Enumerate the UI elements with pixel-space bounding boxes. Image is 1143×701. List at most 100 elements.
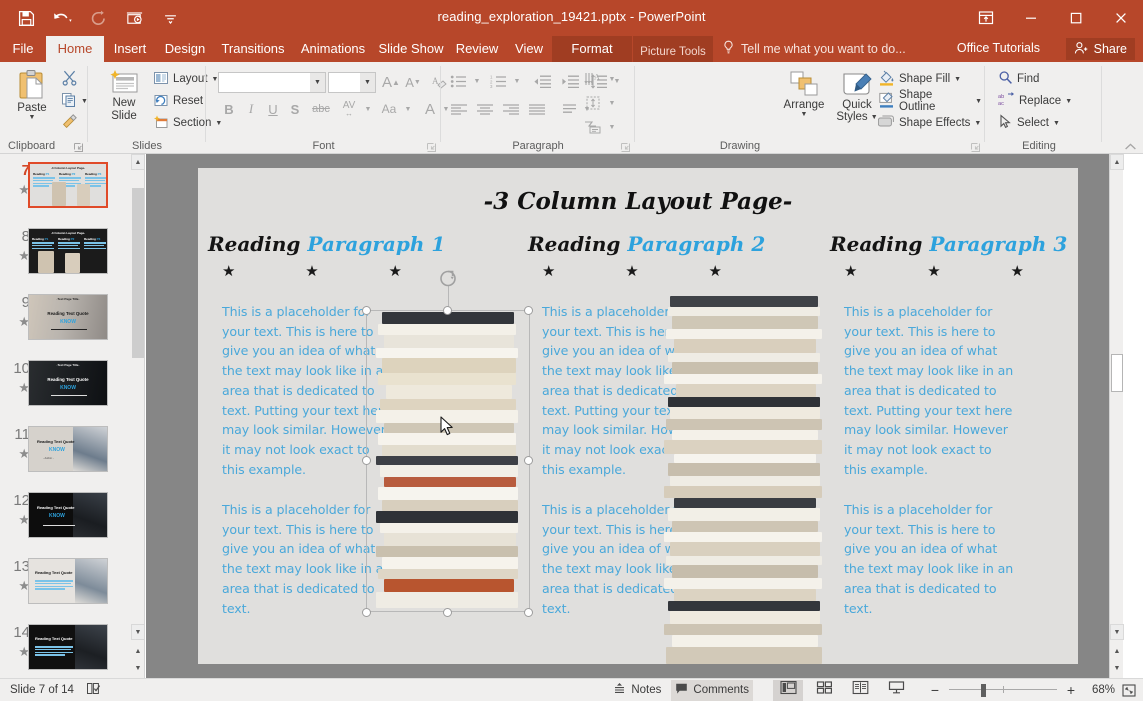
tab-insert[interactable]: Insert xyxy=(104,36,156,62)
shape-effects-chevron-down-icon[interactable]: ▼ xyxy=(974,120,981,127)
column-1-heading[interactable]: Reading Paragraph 1 xyxy=(208,232,448,256)
maximize-button[interactable] xyxy=(1053,0,1098,36)
select-button[interactable]: Select ▼ xyxy=(995,112,1063,134)
office-tutorials-link[interactable]: Office Tutorials xyxy=(957,41,1040,55)
slide-thumbnail-panel[interactable]: 7 ★ -3 Column Layout Page- Reading P1 Re… xyxy=(0,154,145,678)
slide-thumbnail-image[interactable]: -Text Page Title- Reading Text Quote KNO… xyxy=(28,360,108,406)
tab-slide-show[interactable]: Slide Show xyxy=(374,36,448,62)
align-right-button[interactable] xyxy=(499,98,523,120)
align-left-button[interactable] xyxy=(447,98,471,120)
tell-me-search[interactable]: Tell me what you want to do... xyxy=(722,40,906,58)
tab-design[interactable]: Design xyxy=(156,36,214,62)
resize-handle-bottom-center[interactable] xyxy=(443,608,452,617)
font-name-input[interactable]: ▼ xyxy=(218,72,326,93)
thumbnail-scrollbar-thumb[interactable] xyxy=(132,188,144,358)
numbering-button[interactable]: 123 xyxy=(487,70,511,92)
slide-thumbnail-image[interactable]: Reading Text Quote KNOW - Author - xyxy=(28,426,108,472)
change-case-chevron-down-icon[interactable]: ▼ xyxy=(402,98,414,120)
strikethrough-button[interactable]: abc xyxy=(308,98,334,120)
column-3-paragraph-1[interactable]: This is a placeholder for your text. Thi… xyxy=(844,302,1016,479)
zoom-level[interactable]: 68% xyxy=(1085,684,1115,696)
column-3-heading[interactable]: Reading Paragraph 3 xyxy=(830,232,1078,256)
font-size-input[interactable]: ▼ xyxy=(328,72,376,93)
convert-to-smartart-button[interactable] xyxy=(580,116,606,138)
book-stack-image-right[interactable] xyxy=(658,296,833,664)
bullets-chevron-down-icon[interactable]: ▼ xyxy=(471,70,483,92)
share-button[interactable]: Share xyxy=(1066,38,1135,60)
text-shadow-button[interactable]: S xyxy=(284,98,306,120)
slide-thumbnail-image[interactable]: Reading Text Quote xyxy=(28,624,108,670)
resize-handle-middle-left[interactable] xyxy=(362,456,371,465)
character-spacing-chevron-down-icon[interactable]: ▼ xyxy=(362,98,374,120)
resize-handle-bottom-left[interactable] xyxy=(362,608,371,617)
new-slide-button[interactable]: New Slide xyxy=(98,66,150,136)
tab-file[interactable]: File xyxy=(0,36,46,62)
resize-handle-top-center[interactable] xyxy=(443,306,452,315)
slide-scroll-down-icon[interactable]: ▼ xyxy=(1110,624,1124,640)
arrange-button[interactable]: Arrange ▼ xyxy=(779,66,829,138)
replace-button[interactable]: abac Replace ▼ xyxy=(995,90,1075,112)
align-text-chevron-down-icon[interactable]: ▼ xyxy=(606,92,618,114)
bold-button[interactable]: B xyxy=(218,98,240,120)
font-name-chevron-down-icon[interactable]: ▼ xyxy=(310,73,325,92)
text-direction-icon-button[interactable]: A xyxy=(580,68,606,90)
shape-outline-button[interactable]: Shape Outline ▼ xyxy=(875,90,985,112)
slide-title[interactable]: -3 Column Layout Page- xyxy=(198,188,1078,215)
tab-view[interactable]: View xyxy=(506,36,552,62)
slide-previous-icon[interactable]: ▲ xyxy=(1110,643,1124,659)
select-chevron-down-icon[interactable]: ▼ xyxy=(1053,120,1060,127)
slide-scrollbar-thumb[interactable] xyxy=(1111,354,1123,392)
character-spacing-button[interactable]: AV↔ xyxy=(336,98,362,120)
slide-thumbnail-11[interactable]: 11 ★ Reading Text Quote KNOW - Author - xyxy=(0,426,131,492)
resize-handle-bottom-right[interactable] xyxy=(524,608,533,617)
smartart-chevron-down-icon[interactable]: ▼ xyxy=(606,116,618,138)
replace-chevron-down-icon[interactable]: ▼ xyxy=(1065,98,1072,105)
spell-check-icon[interactable] xyxy=(86,682,101,699)
slide-next-icon[interactable]: ▼ xyxy=(1110,660,1124,676)
zoom-in-button[interactable]: + xyxy=(1063,682,1079,698)
format-painter-button[interactable] xyxy=(58,112,80,134)
rotation-handle[interactable] xyxy=(438,268,458,288)
text-direction-chevron-down-icon[interactable]: ▼ xyxy=(606,68,618,90)
decrease-indent-button[interactable] xyxy=(529,70,555,92)
column-3-paragraph-2[interactable]: This is a placeholder for your text. Thi… xyxy=(844,500,1016,618)
tab-format[interactable]: Format xyxy=(552,36,632,62)
clipboard-dialog-launcher[interactable] xyxy=(73,140,84,151)
next-slide-icon[interactable]: ▼ xyxy=(131,660,145,676)
zoom-slider-knob[interactable] xyxy=(981,684,986,697)
slide-thumbnail-12[interactable]: 12 ★ Reading Text Quote KNOW xyxy=(0,492,131,558)
slide-7[interactable]: -3 Column Layout Page- Reading Paragraph… xyxy=(198,168,1078,664)
slide-thumbnail-image[interactable]: Reading Text Quote xyxy=(28,558,108,604)
slide-counter[interactable]: Slide 7 of 14 xyxy=(10,684,74,696)
font-color-button[interactable]: A xyxy=(420,98,440,120)
paste-chevron-down-icon[interactable]: ▼ xyxy=(29,114,36,121)
zoom-out-button[interactable]: − xyxy=(927,682,943,698)
change-case-button[interactable]: Aa xyxy=(376,98,402,120)
tab-animations[interactable]: Animations xyxy=(292,36,374,62)
tab-transitions[interactable]: Transitions xyxy=(214,36,292,62)
justify-button[interactable] xyxy=(525,98,549,120)
thumbnail-scroll-up-icon[interactable]: ▲ xyxy=(131,154,145,170)
minimize-button[interactable] xyxy=(1008,0,1053,36)
previous-slide-icon[interactable]: ▲ xyxy=(131,643,145,659)
shape-effects-button[interactable]: Shape Effects ▼ xyxy=(875,112,984,134)
paste-button[interactable]: Paste ▼ xyxy=(8,66,56,136)
zoom-slider[interactable] xyxy=(949,684,1057,696)
slide-thumbnail-image[interactable]: -3 Column Layout Page- Reading P1 Readin… xyxy=(28,162,108,208)
slide-show-button[interactable] xyxy=(881,680,911,701)
slide-thumbnail-13[interactable]: 13 ★ Reading Text Quote xyxy=(0,558,131,624)
thumbnail-scroll-down-icon[interactable]: ▼ xyxy=(131,624,145,640)
font-dialog-launcher[interactable] xyxy=(426,140,437,151)
resize-handle-top-left[interactable] xyxy=(362,306,371,315)
slide-thumbnail-8[interactable]: 8 ★ -3 Column Layout Page- Reading P1 Re… xyxy=(0,228,131,294)
column-2-heading[interactable]: Reading Paragraph 2 xyxy=(528,232,768,256)
normal-view-button[interactable] xyxy=(773,680,803,701)
slide-thumbnail-image[interactable]: -Text Page Title- Reading Text Quote KNO… xyxy=(28,294,108,340)
ribbon-display-options-icon[interactable] xyxy=(963,0,1008,36)
slide-sorter-button[interactable] xyxy=(809,680,839,701)
bullets-button[interactable] xyxy=(447,70,471,92)
center-button[interactable] xyxy=(473,98,497,120)
slide-thumbnail-9[interactable]: 9 ★ -Text Page Title- Reading Text Quote… xyxy=(0,294,131,360)
resize-handle-middle-right[interactable] xyxy=(524,456,533,465)
comments-button[interactable]: Comments xyxy=(671,680,753,701)
